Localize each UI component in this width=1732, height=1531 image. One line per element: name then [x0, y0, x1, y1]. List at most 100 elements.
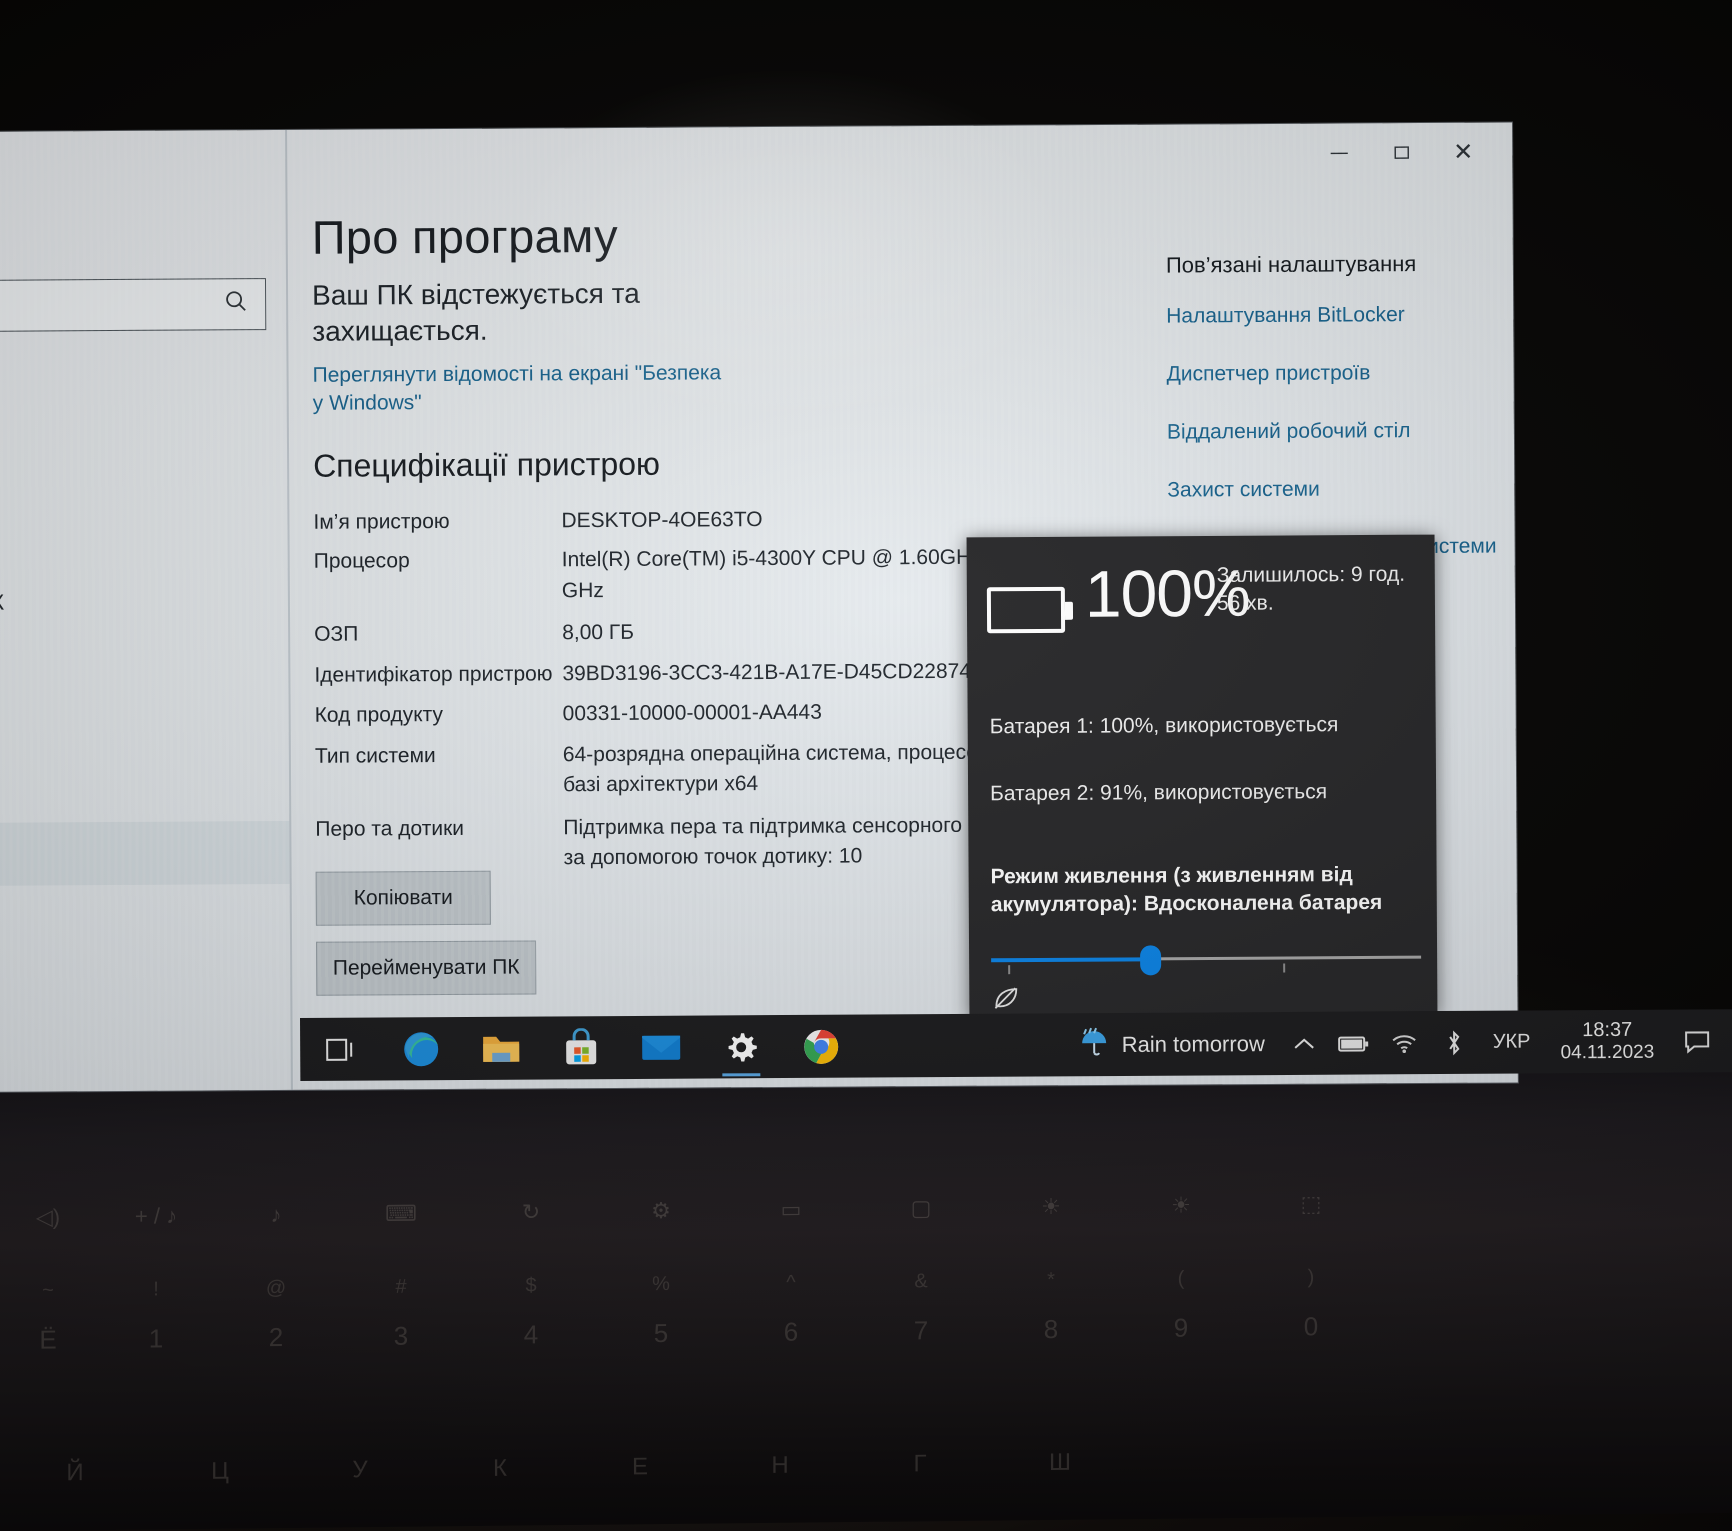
- device-specifications-table: Ім’я пристрою DESKTOP-4OE63TO Процесор I…: [313, 503, 1035, 884]
- copy-button[interactable]: Копіювати: [315, 870, 491, 926]
- spec-value: 39BD3196-3CC3-421B-A17E-D45CD2287429: [562, 659, 995, 686]
- slider-thumb[interactable]: [1140, 945, 1162, 976]
- bluetooth-icon[interactable]: [1429, 1011, 1479, 1074]
- sidebar-item-1[interactable]: ї: [0, 443, 287, 510]
- key-fn-8: ▢: [910, 1195, 932, 1221]
- sidebar-item-4[interactable]: ложливості: [0, 632, 289, 699]
- spec-value: 64-розрядна операційна система, процесор…: [562, 740, 1019, 797]
- key-letter-6: Н: [771, 1451, 789, 1479]
- key-sym-11: ): [1307, 1266, 1315, 1289]
- spec-label: Перо та дотики: [315, 816, 465, 841]
- remote-desktop-link[interactable]: Віддалений робочий стіл: [1167, 419, 1507, 445]
- weather-text: Rain tomorrow: [1121, 1030, 1265, 1057]
- taskbar-clock[interactable]: 18:37 04.11.2023: [1544, 1019, 1670, 1065]
- system-tray: [1279, 1011, 1479, 1075]
- key-digit-6: 5: [653, 1318, 669, 1349]
- spec-row-device-name: Ім’я пристрою DESKTOP-4OE63TO: [313, 503, 1033, 538]
- task-view-icon[interactable]: [318, 1026, 364, 1072]
- sidebar-item-3[interactable]: вання на цей ПК: [0, 569, 288, 636]
- key-letter-7: Г: [913, 1450, 927, 1478]
- key-sym-10: (: [1177, 1267, 1185, 1290]
- bitlocker-settings-link[interactable]: Налаштування BitLocker: [1166, 303, 1506, 329]
- spec-value: 00331-10000-00001-AA443: [562, 700, 822, 726]
- key-sym-5: $: [525, 1274, 537, 1297]
- key-letter-3: У: [352, 1456, 368, 1484]
- spec-label: Код продукту: [314, 703, 444, 727]
- notification-icon[interactable]: [1670, 1009, 1724, 1072]
- key-sym-4: #: [395, 1275, 407, 1298]
- key-sym-9: *: [1047, 1268, 1055, 1292]
- key-fn-9: ☀: [1041, 1193, 1061, 1220]
- slider-tick-2: [1283, 963, 1286, 973]
- mail-icon[interactable]: [638, 1024, 684, 1070]
- wifi-icon[interactable]: [1379, 1011, 1429, 1074]
- key-letter-2: Ц: [211, 1457, 229, 1485]
- spec-row-device-id: Ідентифікатор пристрою 39BD3196-3CC3-421…: [314, 656, 1034, 691]
- chevron-up-icon[interactable]: [1279, 1012, 1329, 1075]
- power-mode-label: Режим живлення (з живленням від акумулят…: [990, 863, 1383, 917]
- key-sym-8: &: [914, 1270, 928, 1293]
- power-mode-slider[interactable]: [991, 945, 1422, 976]
- key-fn-1: ◁): [35, 1204, 61, 1230]
- edge-icon[interactable]: [398, 1026, 444, 1072]
- related-settings-title: Пов’язані налаштування: [1165, 251, 1417, 278]
- chrome-icon[interactable]: [798, 1023, 844, 1069]
- windows-security-link[interactable]: Переглянути відомості на екрані "Безпека…: [312, 359, 732, 417]
- search-input-value: тройку: [0, 292, 223, 318]
- key-sym-2: !: [153, 1278, 159, 1301]
- sidebar-item-about[interactable]: раму: [0, 820, 290, 888]
- taskbar-app-icons: [318, 1015, 844, 1081]
- windows-taskbar: Rain tomorrow УКР 18:37 04.11.2023: [300, 1009, 1732, 1081]
- key-fn-3: ♪: [270, 1202, 282, 1228]
- spec-row-processor: Процесор Intel(R) Core(TM) i5-4300Y CPU …: [314, 543, 1034, 608]
- key-fn-4: ⌨: [385, 1200, 417, 1226]
- slider-track-remaining: [1150, 955, 1422, 961]
- key-fn-7: ▭: [780, 1196, 802, 1222]
- sidebar-item-0[interactable]: е: [0, 380, 287, 447]
- key-sym-1: ~: [42, 1279, 54, 1302]
- spec-row-ram: ОЗП 8,00 ГБ: [314, 616, 1034, 651]
- key-digit-10: 9: [1173, 1312, 1189, 1343]
- battery-2-status: Батарея 2: 91%, використовується: [990, 780, 1328, 806]
- protection-status: Ваш ПК відстежується та захищається.: [311, 277, 640, 347]
- search-input[interactable]: тройку: [0, 278, 267, 333]
- settings-icon[interactable]: [718, 1024, 764, 1070]
- battery-full-icon: [986, 586, 1075, 638]
- system-protection-link[interactable]: Захист системи: [1167, 477, 1507, 503]
- device-manager-link[interactable]: Диспетчер пристроїв: [1167, 361, 1507, 387]
- battery-summary: 100%: [986, 556, 1250, 638]
- weather-widget[interactable]: Rain tomorrow: [1064, 1025, 1279, 1063]
- sidebar-item-8[interactable]: шук: [0, 884, 290, 951]
- key-sym-7: ^: [786, 1271, 796, 1294]
- key-letter-1: Й: [66, 1459, 84, 1487]
- sidebar-item-5[interactable]: міну: [0, 695, 289, 762]
- laptop-keyboard-deck: ◁) + / ♪ ♪ ⌨ ↻ ⚙ ▭ ▢ ☀ ☀ ⬚ ~ ! @ # $ % ^…: [0, 1066, 1732, 1531]
- battery-1-status: Батарея 1: 100%, використовується: [989, 713, 1339, 739]
- sidebar-item-6[interactable]: ий робочий стіл: [0, 758, 289, 825]
- slider-tick-1: [1008, 965, 1011, 975]
- battery-flyout: 100% Залишилось: 9 год. 56 хв. Батарея 1…: [966, 534, 1438, 1019]
- key-digit-5: 4: [523, 1319, 539, 1350]
- key-digit-11: 0: [1303, 1311, 1319, 1342]
- key-letter-4: К: [493, 1454, 507, 1482]
- microsoft-store-icon[interactable]: [558, 1025, 604, 1071]
- spec-row-system-type: Тип системи 64-розрядна операційна систе…: [315, 737, 1035, 802]
- key-digit-8: 7: [913, 1315, 929, 1346]
- file-explorer-icon[interactable]: [478, 1025, 524, 1071]
- spec-value: Intel(R) Core(TM) i5-4300Y CPU @ 1.60GHz…: [561, 545, 1029, 603]
- rename-pc-button[interactable]: Перейменувати ПК: [316, 940, 537, 996]
- key-digit-2: 1: [148, 1323, 164, 1354]
- spec-value: DESKTOP-4OE63TO: [561, 508, 763, 533]
- battery-tray-icon[interactable]: [1329, 1011, 1379, 1074]
- key-digit-4: 3: [393, 1320, 409, 1351]
- search-icon: [223, 288, 265, 321]
- sidebar-nav-list: е ї дачність вання на цей ПК ложливості …: [0, 380, 290, 951]
- language-indicator[interactable]: УКР: [1479, 1030, 1545, 1053]
- spec-value: 8,00 ГБ: [562, 621, 635, 645]
- key-digit-7: 6: [783, 1316, 799, 1347]
- spec-label: ОЗП: [314, 622, 359, 647]
- sidebar-item-2[interactable]: дачність: [0, 506, 288, 573]
- spec-label: Процесор: [313, 549, 410, 574]
- page-title: Про програму: [311, 208, 619, 264]
- clock-date: 04.11.2023: [1560, 1041, 1655, 1064]
